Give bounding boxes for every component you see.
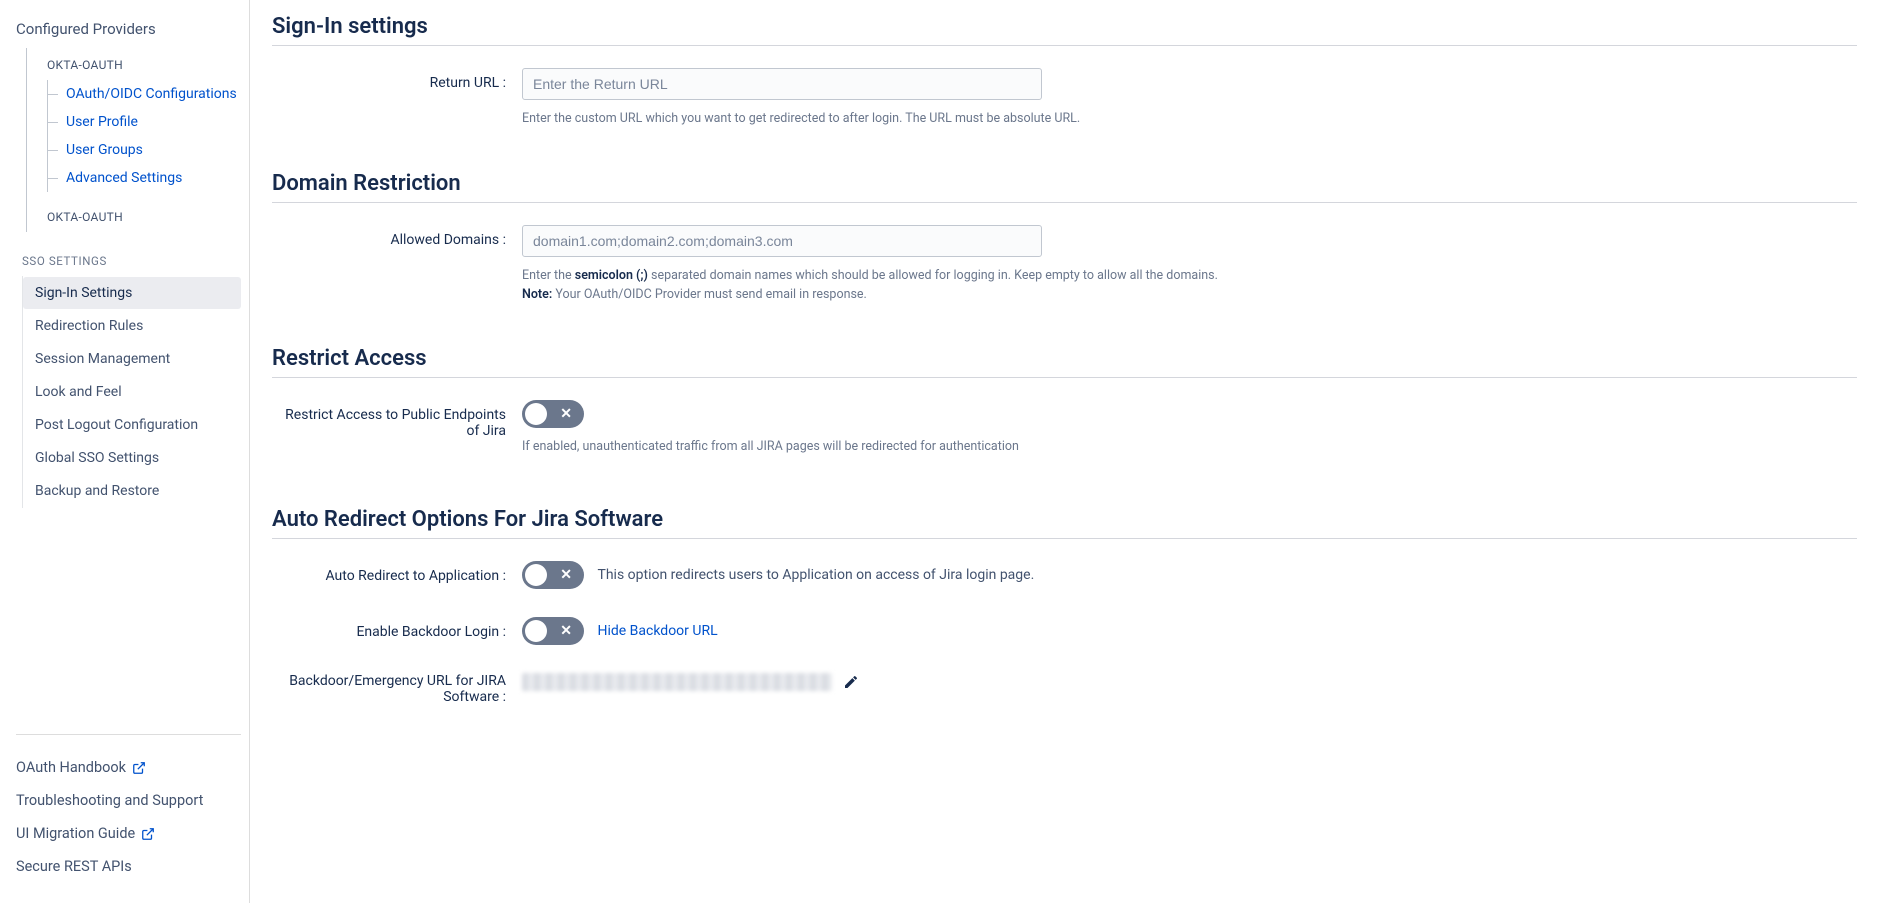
sidebar-link-label[interactable]: Advanced Settings: [66, 170, 182, 186]
restrict-public-row: Restrict Access to Public Endpoints of J…: [272, 400, 1857, 457]
sidebar-item-oauth-oidc-config[interactable]: OAuth/OIDC Configurations: [66, 80, 241, 108]
enable-backdoor-toggle[interactable]: ✕: [522, 617, 584, 645]
nav-session-management[interactable]: Session Management: [23, 343, 241, 375]
nav-redirection-rules[interactable]: Redirection Rules: [23, 310, 241, 342]
sidebar-item-user-groups[interactable]: User Groups: [66, 136, 241, 164]
allowed-domains-input[interactable]: [522, 225, 1042, 257]
bottom-item-label: Troubleshooting and Support: [16, 792, 203, 809]
bottom-item-label: Secure REST APIs: [16, 858, 132, 875]
auto-redirect-app-label: Auto Redirect to Application :: [272, 561, 522, 584]
toggle-off-icon: ✕: [560, 623, 572, 639]
provider-tree: OKTA-OAUTH OAuth/OIDC Configurations Use…: [26, 48, 241, 232]
nav-backup-and-restore[interactable]: Backup and Restore: [23, 475, 241, 507]
nav-global-sso-settings[interactable]: Global SSO Settings: [23, 442, 241, 474]
return-url-input[interactable]: [522, 68, 1042, 100]
toggle-off-icon: ✕: [560, 567, 572, 583]
sidebar-item-user-profile[interactable]: User Profile: [66, 108, 241, 136]
pencil-icon[interactable]: [843, 674, 859, 690]
sso-settings-nav: Sign-In Settings Redirection Rules Sessi…: [22, 276, 241, 508]
restrict-public-label: Restrict Access to Public Endpoints of J…: [272, 400, 522, 439]
nav-item-label: Look and Feel: [35, 384, 122, 400]
enable-backdoor-label: Enable Backdoor Login :: [272, 617, 522, 640]
restrict-public-toggle[interactable]: ✕: [522, 400, 584, 428]
nav-item-label: Session Management: [35, 351, 170, 367]
bottom-troubleshooting[interactable]: Troubleshooting and Support: [16, 784, 241, 817]
bottom-item-label: UI Migration Guide: [16, 825, 135, 842]
bottom-item-label: OAuth Handbook: [16, 759, 126, 776]
allowed-domains-help: Enter the semicolon (;) separated domain…: [522, 267, 1542, 305]
backdoor-url-label: Backdoor/Emergency URL for JIRA Software…: [272, 673, 522, 705]
bottom-secure-rest-apis[interactable]: Secure REST APIs: [16, 850, 241, 883]
enable-backdoor-row: Enable Backdoor Login : ✕ Hide Backdoor …: [272, 617, 1857, 645]
main-content: Sign-In settings Return URL : Enter the …: [250, 0, 1887, 903]
sso-settings-header: SSO SETTINGS: [22, 254, 241, 268]
provider-group-1[interactable]: OKTA-OAUTH: [47, 58, 241, 72]
nav-item-label: Sign-In Settings: [35, 285, 132, 301]
auto-redirect-app-description: This option redirects users to Applicati…: [597, 567, 1034, 583]
signin-settings-heading: Sign-In settings: [272, 14, 1857, 46]
nav-sign-in-settings[interactable]: Sign-In Settings: [23, 277, 241, 309]
toggle-off-icon: ✕: [560, 406, 572, 422]
restrict-access-heading: Restrict Access: [272, 346, 1857, 378]
nav-item-label: Global SSO Settings: [35, 450, 159, 466]
return-url-row: Return URL : Enter the custom URL which …: [272, 68, 1857, 129]
sidebar-link-label[interactable]: User Profile: [66, 114, 138, 130]
domain-restriction-heading: Domain Restriction: [272, 171, 1857, 203]
restrict-public-help: If enabled, unauthenticated traffic from…: [522, 438, 1542, 457]
return-url-help: Enter the custom URL which you want to g…: [522, 110, 1542, 129]
backdoor-url-value-hidden: [522, 673, 832, 691]
nav-post-logout-configuration[interactable]: Post Logout Configuration: [23, 409, 241, 441]
nav-item-label: Redirection Rules: [35, 318, 143, 334]
external-link-icon: [132, 761, 146, 775]
provider-group-2[interactable]: OKTA-OAUTH: [47, 210, 241, 224]
auto-redirect-app-toggle[interactable]: ✕: [522, 561, 584, 589]
sidebar: Configured Providers OKTA-OAUTH OAuth/OI…: [0, 0, 250, 903]
sidebar-item-advanced-settings[interactable]: Advanced Settings: [66, 164, 241, 192]
bottom-ui-migration-guide[interactable]: UI Migration Guide: [16, 817, 241, 850]
nav-look-and-feel[interactable]: Look and Feel: [23, 376, 241, 408]
sidebar-link-label[interactable]: OAuth/OIDC Configurations: [66, 86, 237, 102]
nav-item-label: Backup and Restore: [35, 483, 159, 499]
external-link-icon: [141, 827, 155, 841]
toggle-knob: [525, 564, 547, 586]
nav-item-label: Post Logout Configuration: [35, 417, 198, 433]
auto-redirect-heading: Auto Redirect Options For Jira Software: [272, 507, 1857, 539]
toggle-knob: [525, 403, 547, 425]
sidebar-link-label[interactable]: User Groups: [66, 142, 143, 158]
sidebar-bottom-links: OAuth Handbook Troubleshooting and Suppo…: [16, 734, 241, 883]
hide-backdoor-url-link[interactable]: Hide Backdoor URL: [597, 623, 717, 639]
backdoor-url-row: Backdoor/Emergency URL for JIRA Software…: [272, 673, 1857, 705]
return-url-label: Return URL :: [272, 68, 522, 91]
allowed-domains-row: Allowed Domains : Enter the semicolon (;…: [272, 225, 1857, 305]
bottom-oauth-handbook[interactable]: OAuth Handbook: [16, 751, 241, 784]
allowed-domains-label: Allowed Domains :: [272, 225, 522, 248]
configured-providers-title: Configured Providers: [16, 20, 241, 38]
auto-redirect-app-row: Auto Redirect to Application : ✕ This op…: [272, 561, 1857, 589]
toggle-knob: [525, 620, 547, 642]
